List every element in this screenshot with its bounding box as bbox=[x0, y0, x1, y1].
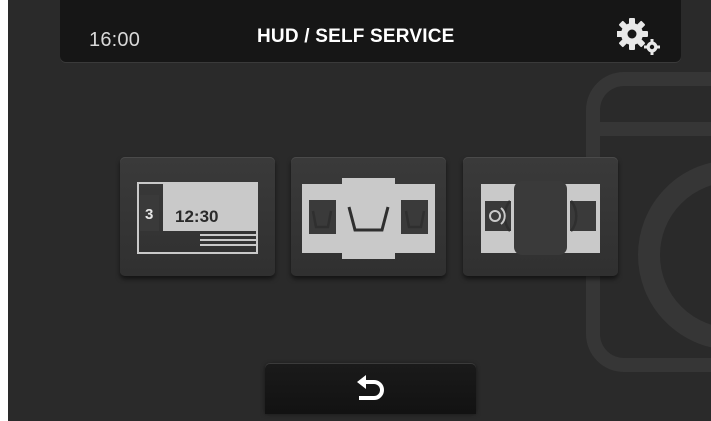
page-title: HUD / SELF SERVICE bbox=[257, 26, 455, 47]
schedule-program-button[interactable]: 3 12:30 bbox=[120, 157, 275, 276]
display-panel: 16:00 HUD / SELF SERVICE 3 12:30 bbox=[8, 0, 711, 421]
dryer-drum-icon bbox=[481, 181, 600, 255]
settings-button[interactable] bbox=[616, 17, 667, 57]
schedule-number: 3 bbox=[145, 206, 153, 223]
schedule-time: 12:30 bbox=[175, 207, 218, 226]
screen: 16:00 HUD / SELF SERVICE 3 12:30 bbox=[0, 0, 711, 421]
background-washer-panel-line bbox=[600, 122, 711, 136]
wash-tubs-icon bbox=[302, 178, 435, 259]
back-arrow-icon bbox=[357, 375, 384, 400]
dry-program-button[interactable] bbox=[463, 157, 618, 276]
clock: 16:00 bbox=[89, 29, 141, 51]
gears-icon bbox=[616, 18, 660, 55]
back-button[interactable] bbox=[265, 364, 476, 414]
wash-program-button[interactable] bbox=[291, 157, 446, 276]
schedule-display-icon: 3 12:30 bbox=[137, 182, 258, 254]
header-bar: 16:00 HUD / SELF SERVICE bbox=[60, 0, 681, 62]
